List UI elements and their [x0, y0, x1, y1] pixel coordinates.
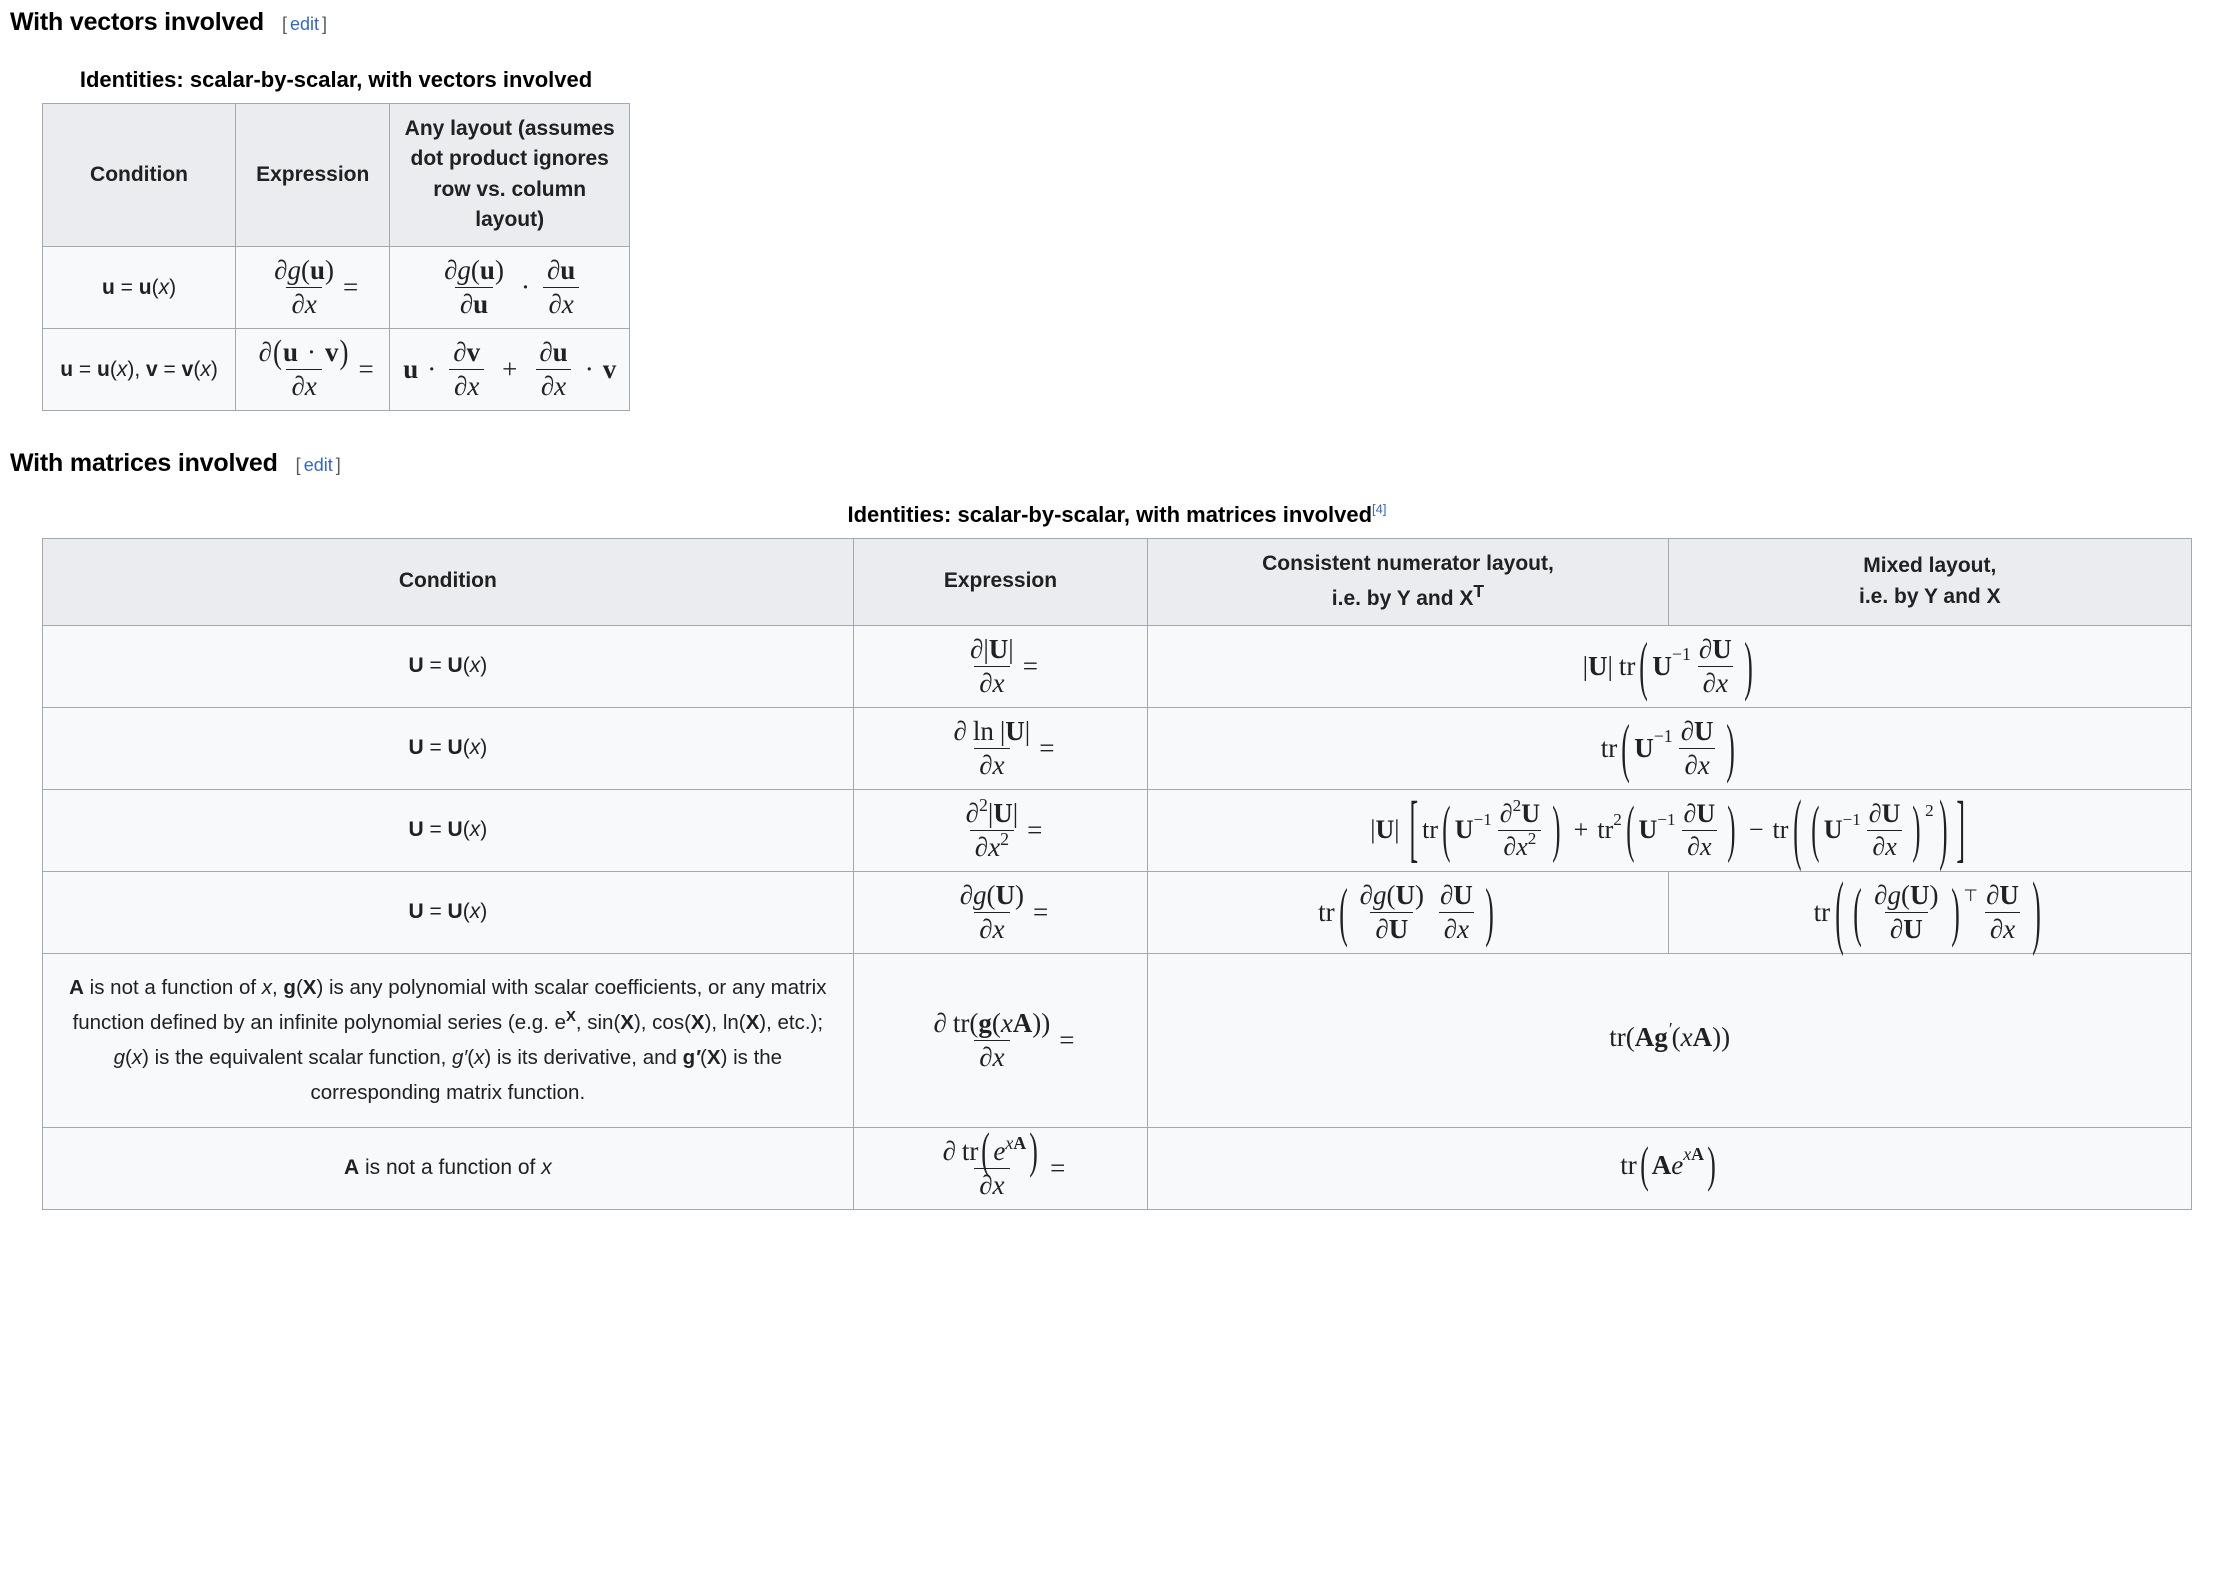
cell-condition: U = U(x) [42, 788, 854, 872]
cell-condition: u = u(x), v = v(x) [41, 327, 237, 411]
cell-condition: A is not a function of x [42, 1126, 854, 1210]
transpose-superscript: T [1473, 581, 1485, 602]
edit-link-vectors[interactable]: edit [287, 14, 322, 34]
section-heading-matrices: With matrices involved [edit] [10, 449, 2236, 478]
cell-expression: ∂ tr(exA) ∂x = [852, 1125, 1149, 1210]
table-row: U = U(x) ∂g(U) ∂x = tr (∂g(U) ∂U ∂U ∂x … [42, 869, 2193, 954]
cell-result-both-layouts: tr(Ae xA) [1147, 1126, 2192, 1210]
bracket-close: ] [322, 14, 328, 34]
condition-description: A is not a function of x, g(X) is any po… [69, 975, 827, 1105]
cell-result-both-layouts: tr(Ag ′(x A)) [1147, 952, 2192, 1128]
col-header-expression: Expression [235, 103, 391, 247]
table-row: U = U(x) ∂2|U| ∂x2 = | U | [tr (U −1 ∂… [42, 788, 2192, 872]
col-header-mixed-layout: Mixed layout, i.e. by Y and X [1667, 537, 2193, 626]
table-row: u = u(x), v = v(x) ∂(u · v) ∂x = u · ∂v … [41, 327, 630, 411]
cell-result-both-layouts: | U | [ tr ( U −1 ∂2U ∂x2 ) + tr 2 (U −… [1147, 788, 2192, 872]
consistent-layout-line2: i.e. by Y and X [1331, 587, 1474, 611]
consistent-layout-line1: Consistent numerator layout, [1262, 551, 1554, 575]
section-heading-vectors: With vectors involved [edit] [10, 8, 2236, 37]
cell-result-both-layouts: tr ( U −1 ∂U ∂x ) [1147, 706, 2192, 790]
cell-result-both-layouts: | U | tr ( U −1 ∂U ∂x ) [1147, 624, 2192, 708]
table-vectors: Condition Expression Any layout (assumes… [41, 103, 630, 411]
cell-condition-paragraph: A is not a function of x, g(X) is any po… [42, 952, 854, 1128]
table-row: A is not a function of x, g(X) is any po… [42, 952, 2192, 1128]
cell-expression: ∂(u · v) ∂x = [235, 327, 391, 411]
table-row: A is not a function of x ∂tr(exA) ∂x = [42, 1125, 2192, 1210]
bracket-close: ] [335, 454, 341, 475]
cell-expression: ∂g(U) ∂x = [852, 870, 1149, 954]
cell-condition: U = U(x) [42, 706, 854, 790]
section-heading-vectors-label: With vectors involved [10, 8, 264, 36]
table-row: U = U(x) ∂ ln |U| ∂x = tr (U −1 ∂U ∂x) [42, 706, 2192, 790]
cell-condition: u = u(x) [41, 245, 237, 329]
mixed-layout-line2: i.e. by Y and X [1858, 584, 2001, 608]
table-matrices-caption-text: Identities: scalar-by-scalar, with matri… [847, 501, 1373, 527]
table-vectors-caption: Identities: scalar-by-scalar, with vecto… [79, 67, 593, 92]
table-row: u = u(x) ∂g(u) ∂x = ∂g(u) ∂u · ∂u ∂x [41, 245, 630, 329]
cell-result-mixed-layout: tr ( ( ∂g(U) ∂U ) ⊤ ∂U ∂x) [1667, 869, 2193, 954]
table-row-header: Condition Expression Consistent numerato… [42, 537, 2193, 626]
section-heading-matrices-label: With matrices involved [10, 448, 278, 477]
col-header-any-layout: Any layout (assumes dot product ignores … [389, 103, 630, 247]
col-header-condition: Condition [41, 103, 237, 247]
cell-result-consistent-layout: tr ( ∂g(U) ∂U ∂U ∂x ) [1147, 870, 1669, 954]
caption-reference[interactable]: [4] [1372, 501, 1386, 516]
cell-result-any-layout: ∂g(u) ∂u · ∂u ∂x [389, 245, 630, 329]
col-header-expression: Expression [852, 537, 1149, 626]
bracket-open: [ [295, 454, 301, 475]
cell-expression: ∂ tr(g(xA)) ∂x = [852, 952, 1149, 1128]
cell-condition: U = U(x) [42, 870, 854, 954]
col-header-consistent-numerator-layout: Consistent numerator layout, i.e. by Y a… [1147, 537, 1669, 626]
cell-result-any-layout: u · ∂v ∂x + ∂u ∂x · v [389, 327, 630, 411]
col-header-condition: Condition [42, 537, 854, 626]
table-matrices: Condition Expression Consistent numerato… [42, 537, 2193, 1210]
table-row: U = U(x) ∂|U| ∂x = | U | tr (U −1 ∂U ∂x… [42, 624, 2192, 708]
edit-section-matrices: [edit] [296, 455, 341, 476]
article-body: With vectors involved [edit] Identities:… [0, 0, 2236, 1210]
cell-expression: ∂g(u) ∂x = [235, 245, 391, 329]
mixed-layout-line1: Mixed layout, [1863, 554, 1997, 578]
table-matrices-caption: Identities: scalar-by-scalar, with matri… [42, 496, 2192, 538]
cell-expression: ∂2|U| ∂x2 = [852, 788, 1149, 872]
cell-expression: ∂|U| ∂x = [852, 624, 1149, 708]
table-row-header: Condition Expression Any layout (assumes… [41, 103, 630, 247]
edit-link-matrices[interactable]: edit [301, 455, 336, 475]
edit-section-vectors: [edit] [282, 14, 327, 35]
cell-expression: ∂ ln |U| ∂x = [852, 706, 1149, 790]
cell-condition: U = U(x) [42, 624, 854, 708]
